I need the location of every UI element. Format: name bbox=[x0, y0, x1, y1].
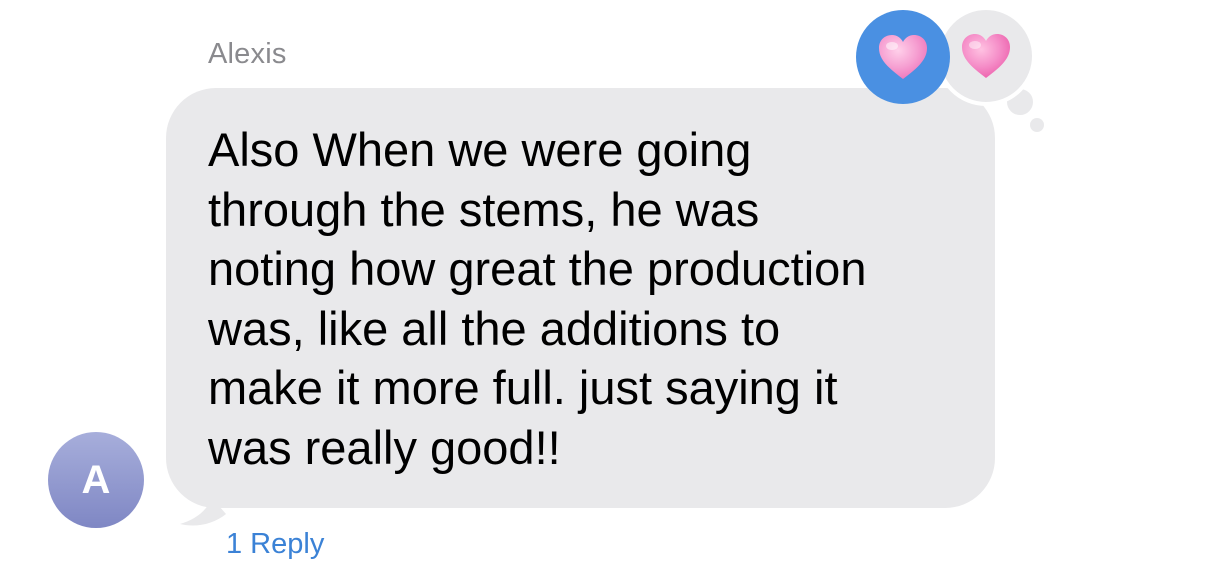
heart-icon bbox=[962, 34, 1010, 78]
heart-icon bbox=[879, 35, 927, 79]
tapback-heart-mine[interactable] bbox=[856, 10, 950, 104]
message-line: Also When we were going bbox=[208, 123, 752, 176]
message-thread: Alexis Also When we were going through t… bbox=[0, 0, 1206, 580]
reply-link[interactable]: 1 Reply bbox=[226, 528, 324, 561]
message-line: make it more full. just saying it bbox=[208, 361, 838, 414]
message-text[interactable]: Also When we were going through the stem… bbox=[208, 120, 968, 477]
tapback-tail-dot bbox=[1030, 118, 1044, 132]
tapback-heart-other[interactable] bbox=[936, 6, 1036, 106]
message-line: through the stems, he was bbox=[208, 182, 760, 236]
avatar[interactable]: A bbox=[48, 432, 144, 528]
message-line: was, like all the additions to bbox=[208, 301, 781, 355]
message-line: was really good!! bbox=[208, 420, 561, 474]
message-line: noting how great the production bbox=[208, 242, 867, 295]
